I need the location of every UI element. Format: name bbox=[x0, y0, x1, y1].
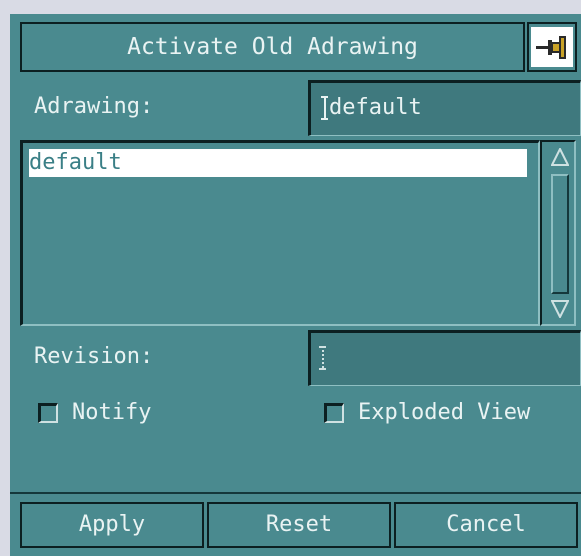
scroll-thumb[interactable] bbox=[551, 174, 569, 294]
divider bbox=[10, 492, 581, 494]
exploded-view-checkbox[interactable]: Exploded View bbox=[324, 400, 530, 425]
activate-adrawing-dialog: Activate Old Adrawing Adrawing: default … bbox=[10, 14, 581, 556]
scroll-down-icon[interactable] bbox=[551, 300, 569, 318]
dialog-title: Activate Old Adrawing bbox=[20, 22, 525, 72]
text-cursor-icon bbox=[319, 346, 326, 370]
revision-label: Revision: bbox=[34, 344, 154, 369]
list-item[interactable]: default bbox=[29, 149, 527, 177]
reset-button[interactable]: Reset bbox=[207, 502, 391, 548]
scroll-up-icon[interactable] bbox=[551, 148, 569, 166]
cancel-button[interactable]: Cancel bbox=[394, 502, 578, 548]
pushpin-icon bbox=[531, 27, 573, 67]
notify-label: Notify bbox=[72, 400, 152, 425]
checkbox-icon[interactable] bbox=[324, 402, 344, 423]
revision-input[interactable] bbox=[308, 330, 581, 386]
adrawing-list[interactable]: default bbox=[20, 140, 540, 326]
text-cursor-icon bbox=[319, 96, 328, 120]
exploded-view-label: Exploded View bbox=[358, 400, 531, 425]
adrawing-input[interactable]: default bbox=[308, 80, 581, 136]
list-scrollbar[interactable] bbox=[540, 140, 576, 326]
adrawing-value: default bbox=[329, 95, 422, 120]
notify-checkbox[interactable]: Notify bbox=[38, 400, 151, 425]
checkbox-icon[interactable] bbox=[38, 402, 58, 423]
apply-button[interactable]: Apply bbox=[20, 502, 204, 548]
adrawing-label: Adrawing: bbox=[34, 94, 154, 119]
pin-button[interactable] bbox=[527, 22, 577, 72]
